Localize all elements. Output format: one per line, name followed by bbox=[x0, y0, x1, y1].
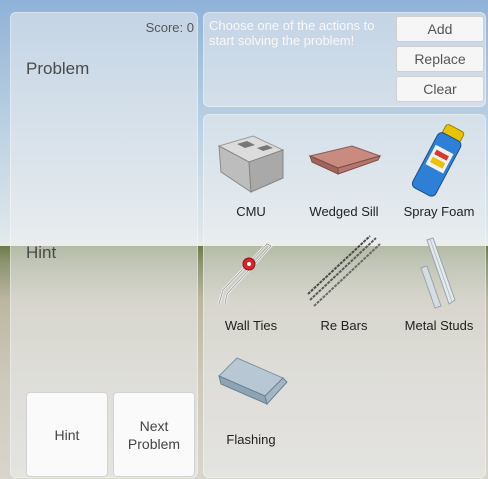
clear-button[interactable]: Clear bbox=[396, 76, 484, 102]
flashing-icon bbox=[218, 357, 288, 406]
material-item-metal-studs[interactable]: Metal Studs bbox=[393, 230, 485, 342]
materials-panel: CMU Wedged Sill Spray Foam Wall Ties Re … bbox=[203, 114, 486, 478]
hint-button[interactable]: Hint bbox=[26, 392, 108, 477]
material-label: Wall Ties bbox=[224, 318, 278, 333]
material-item-re-bars[interactable]: Re Bars bbox=[298, 230, 390, 342]
material-label: Flashing bbox=[226, 432, 276, 447]
next-problem-button[interactable]: Next Problem bbox=[113, 392, 195, 477]
problem-label: Problem bbox=[26, 59, 90, 78]
material-label: Re Bars bbox=[320, 318, 368, 333]
problem-panel: Score: 0 Problem Hint Hint Next Problem bbox=[10, 12, 198, 478]
hint-label: Hint bbox=[26, 243, 57, 262]
metal-stud-icon bbox=[420, 237, 456, 309]
material-item-wedged-sill[interactable]: Wedged Sill bbox=[298, 116, 390, 228]
message-panel: Choose one of the actions to start solvi… bbox=[203, 12, 486, 107]
spray-foam-can-icon bbox=[411, 124, 465, 197]
replace-button[interactable]: Replace bbox=[396, 46, 484, 72]
material-label: Spray Foam bbox=[403, 204, 475, 219]
instruction-message: Choose one of the actions to start solvi… bbox=[209, 18, 375, 48]
score-display: Score: 0 bbox=[145, 20, 194, 35]
wall-tie-icon bbox=[217, 242, 274, 305]
material-label: Wedged Sill bbox=[309, 204, 379, 219]
wedged-sill-icon bbox=[308, 145, 382, 175]
rebar-icon bbox=[307, 235, 381, 307]
add-button[interactable]: Add bbox=[396, 16, 484, 42]
cmu-block-icon bbox=[217, 135, 285, 193]
material-item-spray-foam[interactable]: Spray Foam bbox=[393, 116, 485, 228]
material-item-flashing[interactable]: Flashing bbox=[205, 344, 297, 456]
material-item-cmu[interactable]: CMU bbox=[205, 116, 297, 228]
material-item-wall-ties[interactable]: Wall Ties bbox=[205, 230, 297, 342]
material-label: CMU bbox=[236, 204, 266, 219]
material-label: Metal Studs bbox=[404, 318, 474, 333]
